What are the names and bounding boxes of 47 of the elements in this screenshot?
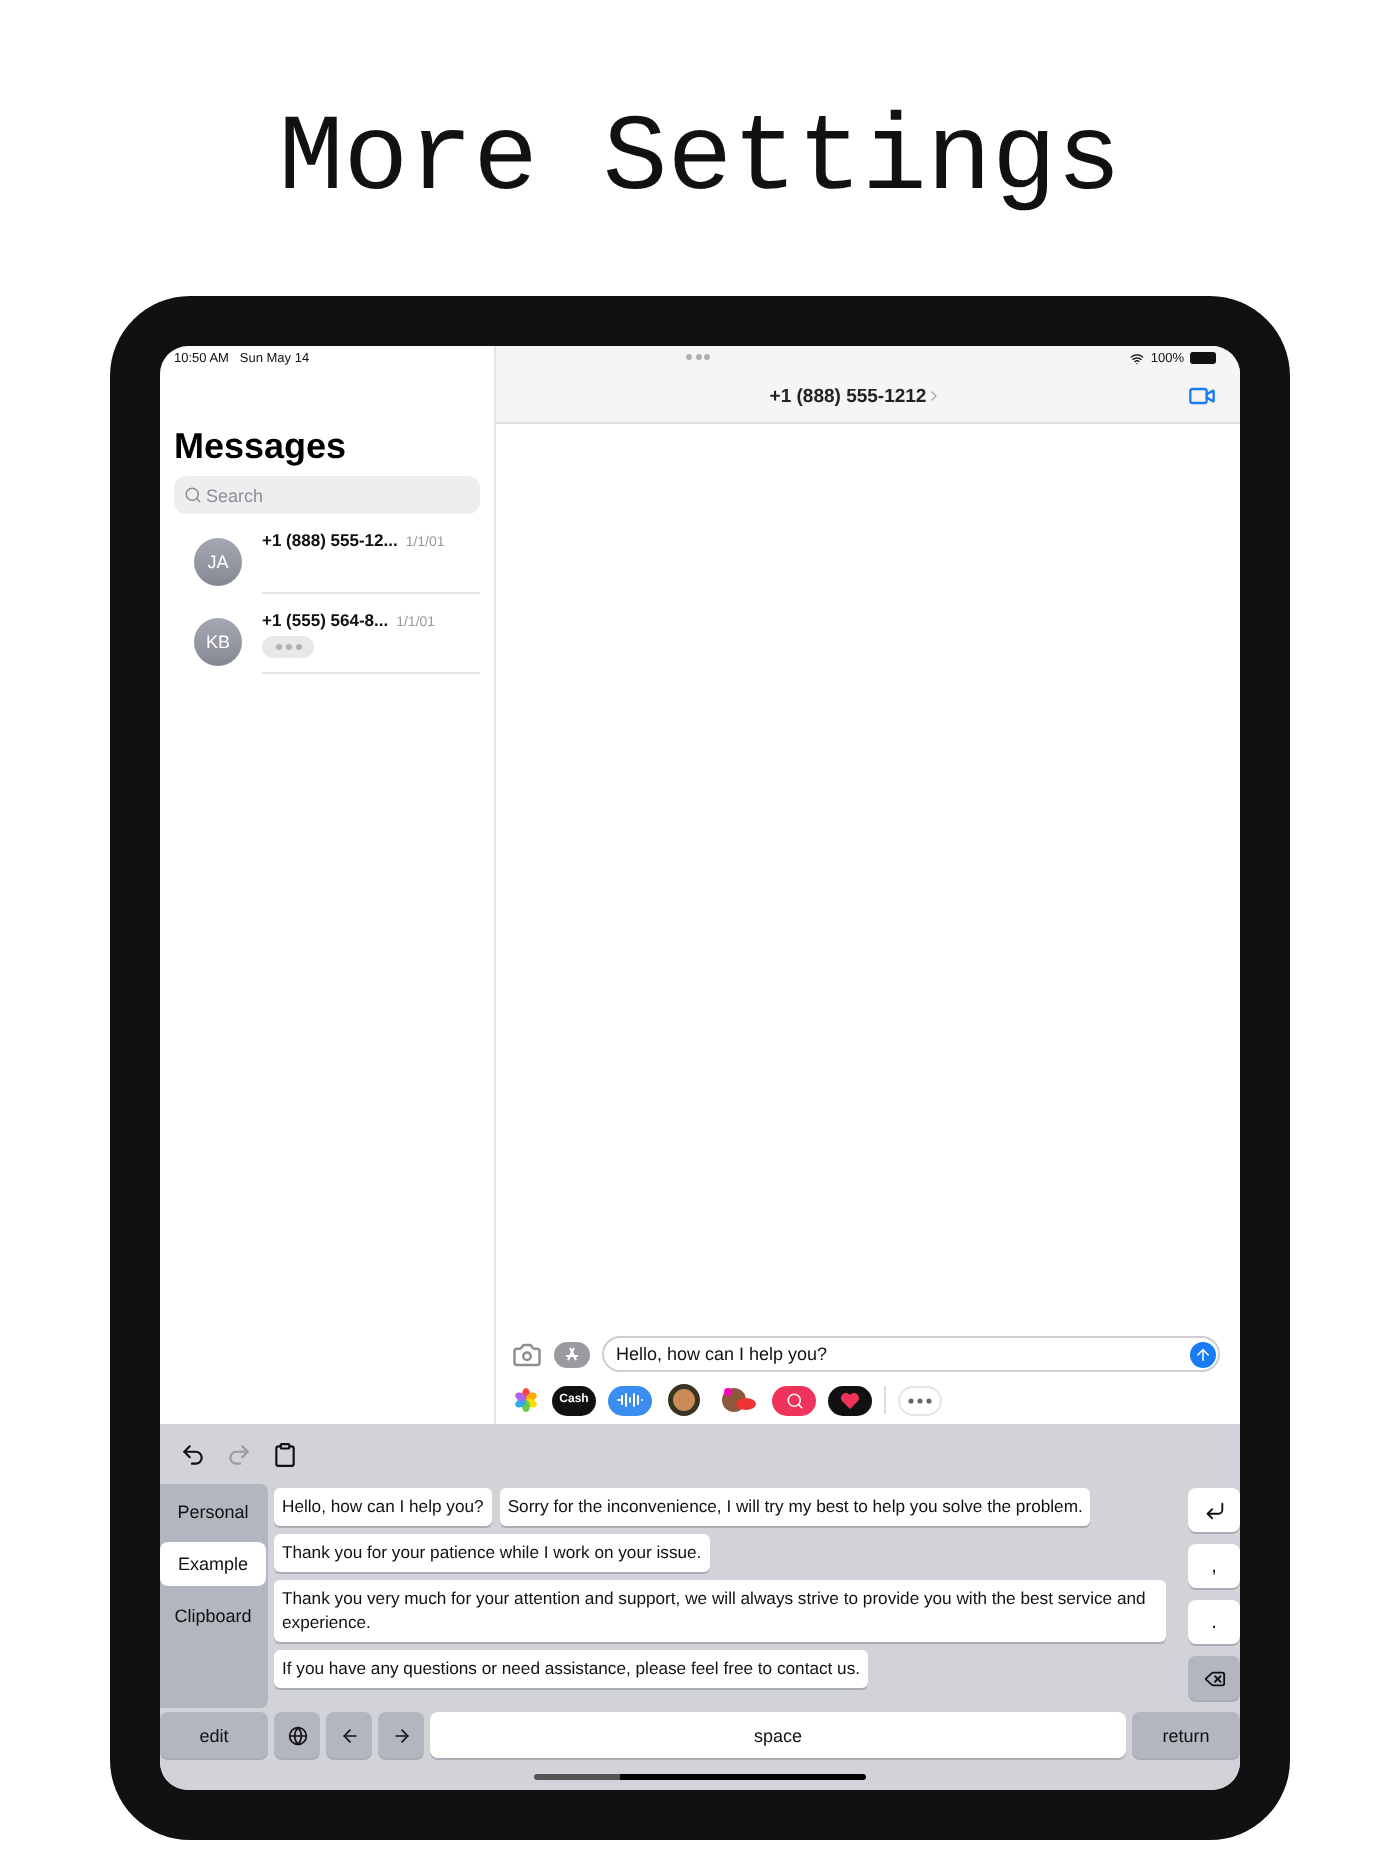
right-arrow-icon [391, 1725, 411, 1745]
search-icon [184, 486, 202, 504]
left-arrow-icon [339, 1725, 359, 1745]
chat-title[interactable]: +1 (888) 555-1212 [769, 385, 927, 407]
space-key[interactable]: space [430, 1712, 1126, 1758]
wifi-icon [1130, 351, 1145, 365]
battery-icon [1190, 352, 1216, 364]
more-icon[interactable] [898, 1385, 942, 1415]
category-tab[interactable]: Clipboard [160, 1594, 266, 1638]
undo-icon[interactable] [180, 1441, 206, 1467]
backspace-icon [1203, 1667, 1225, 1689]
contact-name[interactable]: +1 (555) 564-8... [262, 610, 389, 630]
clipboard-icon[interactable] [272, 1441, 298, 1467]
page-heading: More Settings [278, 98, 1122, 226]
app-store-icon[interactable] [554, 1341, 590, 1367]
heart-icon[interactable] [828, 1385, 872, 1415]
search-field[interactable]: Search [174, 476, 480, 514]
flower-icon[interactable] [512, 1386, 540, 1414]
delete-key[interactable] [1188, 1656, 1240, 1700]
phrase-chip[interactable]: Hello, how can I help you? [274, 1488, 492, 1527]
video-call-icon[interactable] [1188, 382, 1216, 410]
contact-name[interactable]: +1 (888) 555-12... [262, 530, 398, 550]
right-arrow-key[interactable] [378, 1712, 424, 1758]
character-key[interactable]: . [1188, 1600, 1240, 1644]
keyboard-key[interactable]: edit [160, 1712, 268, 1758]
avatar-icon[interactable] [664, 1382, 704, 1418]
waveform-icon[interactable] [608, 1385, 652, 1415]
enter-icon [1203, 1499, 1225, 1521]
sticker-icon[interactable] [716, 1384, 760, 1416]
left-arrow-key[interactable] [326, 1712, 372, 1758]
phrase-chip[interactable]: Thank you very much for your attention and support, we will always strive to provide you with the best service and experience. [274, 1580, 1166, 1642]
sidebar-title: Messages [174, 426, 349, 468]
phrase-chip[interactable]: If you have any questions or need assistance, please feel free to contact us. [274, 1649, 869, 1688]
search-app-icon[interactable] [772, 1385, 816, 1415]
globe-icon [287, 1725, 307, 1745]
character-key[interactable]: , [1188, 1544, 1240, 1588]
globe-key[interactable] [274, 1712, 320, 1758]
category-tab[interactable]: Example [160, 1542, 266, 1586]
message-field[interactable]: Hello, how can I help you? [602, 1336, 1220, 1372]
up-arrow-icon [1194, 1345, 1212, 1363]
phrase-chip[interactable]: Thank you for your patience while I work on your issue. [274, 1534, 710, 1573]
camera-icon[interactable] [512, 1339, 542, 1369]
enter-key[interactable] [1188, 1488, 1240, 1532]
category-tab[interactable]: Personal [160, 1490, 266, 1534]
keyboard-key[interactable]: return [1132, 1712, 1240, 1758]
phrase-chip[interactable]: Sorry for the inconvenience, I will try my best to help you solve the problem. [499, 1488, 1091, 1527]
home-indicator[interactable] [534, 1773, 866, 1779]
